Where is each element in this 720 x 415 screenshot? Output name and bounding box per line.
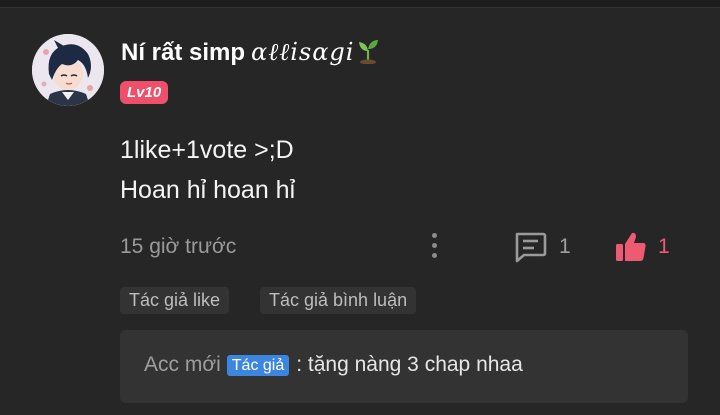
username[interactable]: Ní rất simp ɑℓℓisɑgi: [121, 38, 380, 67]
username-text: Ní rất simp: [121, 39, 246, 66]
thumbs-up-icon: [616, 232, 646, 261]
reply-count: 1: [559, 235, 571, 258]
reply-username[interactable]: Acc mới: [144, 353, 221, 377]
author-badge: Tác giả: [226, 354, 290, 376]
reply-button[interactable]: 1: [513, 231, 571, 263]
tag-author-like: Tác giả like: [120, 287, 230, 314]
top-divider: [0, 0, 720, 8]
like-count: 1: [658, 235, 670, 258]
comment-line: 1like+1vote >;D: [120, 136, 294, 164]
tag-author-reply: Tác giả bình luận: [260, 287, 417, 314]
comment-line: Hoan hỉ hoan hỉ: [120, 176, 296, 204]
avatar[interactable]: [32, 34, 104, 106]
reply-line: Acc mới Tác giả : tặng nàng 3 chap nhaa: [144, 353, 523, 377]
level-badge: Lv10: [120, 81, 169, 104]
username-decoration: ɑℓℓisɑgi: [251, 38, 355, 66]
like-button[interactable]: 1: [614, 230, 670, 264]
chat-bubble-icon: [515, 232, 547, 263]
vertical-dots-icon[interactable]: [424, 233, 444, 263]
reply-preview[interactable]: Acc mới Tác giả : tặng nàng 3 chap nhaa: [120, 330, 688, 403]
reply-text: : tặng nàng 3 chap nhaa: [296, 353, 523, 376]
comment-timestamp: 15 giờ trước: [120, 235, 237, 258]
comment-body: 1like+1vote >;D Hoan hỉ hoan hỉ: [120, 130, 295, 210]
avatar-image: [32, 34, 104, 106]
sprout-icon: [359, 40, 379, 64]
